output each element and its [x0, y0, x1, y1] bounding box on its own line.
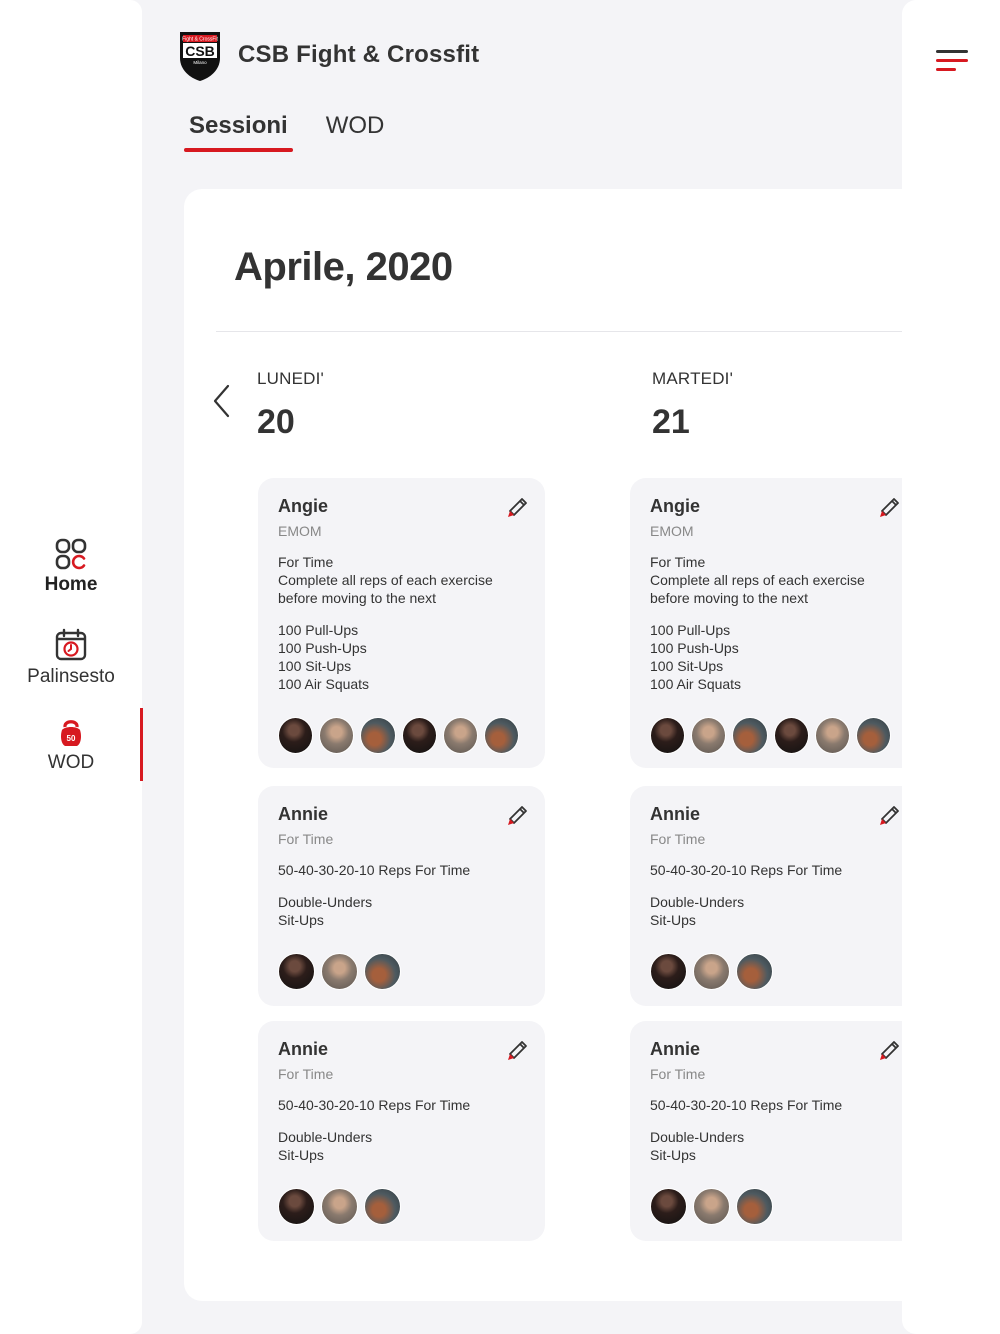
- sidebar-active-indicator: [140, 708, 143, 781]
- avatar[interactable]: [360, 717, 396, 754]
- wod-description: 50-40-30-20-10 Reps For Time: [278, 862, 471, 878]
- brand-header: Fight & CrossFit CSB Milano CSB Fight & …: [176, 28, 479, 82]
- tab-wod[interactable]: WOD: [321, 112, 390, 146]
- right-panel: [902, 0, 1000, 1334]
- svg-text:CSB: CSB: [185, 43, 215, 59]
- wod-name: Angie: [650, 496, 701, 516]
- avatar[interactable]: [650, 717, 686, 754]
- kettlebell-icon: 50: [61, 720, 81, 746]
- sidebar-item-palinsesto[interactable]: Palinsesto: [0, 628, 142, 688]
- participants: [278, 953, 525, 990]
- avatar[interactable]: [278, 717, 314, 754]
- avatar[interactable]: [278, 1188, 315, 1225]
- brand-title: CSB Fight & Crossfit: [238, 41, 480, 68]
- menu-icon[interactable]: [936, 50, 972, 74]
- wod-description: 50-40-30-20-10 Reps For Time: [650, 862, 843, 878]
- avatar[interactable]: [319, 717, 355, 754]
- day-name: LUNEDI': [257, 369, 324, 388]
- sidebar-item-label: Home: [44, 574, 98, 595]
- avatar[interactable]: [732, 717, 768, 754]
- wod-description: 50-40-30-20-10 Reps For Time: [650, 1097, 843, 1113]
- participants: [650, 953, 897, 990]
- wod-name: Annie: [650, 804, 701, 824]
- edit-pencil-icon[interactable]: [505, 802, 531, 828]
- day-header: LUNEDI' 20: [257, 369, 324, 442]
- avatar[interactable]: [364, 1188, 401, 1225]
- avatar[interactable]: [321, 953, 358, 990]
- wod-type: For Time: [278, 1066, 334, 1082]
- avatar[interactable]: [442, 717, 478, 754]
- edit-pencil-icon[interactable]: [877, 494, 902, 520]
- wod-exercises: Double-Unders Sit-Ups: [650, 1129, 745, 1163]
- avatar[interactable]: [364, 953, 401, 990]
- svg-text:Fight & CrossFit: Fight & CrossFit: [182, 37, 218, 43]
- month-title: Aprile, 2020: [234, 245, 453, 289]
- avatar[interactable]: [736, 953, 773, 990]
- participants: [650, 1188, 897, 1225]
- brand-logo: Fight & CrossFit CSB Milano: [180, 32, 220, 81]
- avatar[interactable]: [691, 717, 727, 754]
- sidebar: Home Palinsesto 50 WOD: [0, 0, 142, 1334]
- calendar-icon: [55, 628, 87, 661]
- svg-text:Milano: Milano: [193, 60, 207, 65]
- day-header: MARTEDI' 21: [652, 369, 733, 442]
- wod-type: For Time: [650, 1066, 706, 1082]
- day-name: MARTEDI': [652, 369, 734, 388]
- edit-pencil-icon[interactable]: [877, 1037, 902, 1063]
- avatar[interactable]: [814, 717, 850, 754]
- participants: [650, 717, 897, 754]
- edit-pencil-icon[interactable]: [877, 802, 902, 828]
- wod-exercises: Double-Unders Sit-Ups: [278, 894, 373, 928]
- wod-type: EMOM: [278, 523, 322, 539]
- wod-exercises: 100 Pull-Ups 100 Push-Ups 100 Sit-Ups 10…: [650, 622, 742, 692]
- tab-sessioni[interactable]: Sessioni: [184, 112, 293, 152]
- avatar[interactable]: [650, 1188, 687, 1225]
- wod-name: Annie: [278, 804, 329, 824]
- calendar-card: Aprile, 2020 LUNEDI' 20 MARTEDI' 21 Angi…: [184, 189, 902, 1301]
- wod-type: For Time: [278, 831, 334, 847]
- avatar[interactable]: [693, 1188, 730, 1225]
- edit-pencil-icon[interactable]: [505, 494, 531, 520]
- wod-card[interactable]: Angie EMOM For Time Complete all reps of…: [630, 478, 902, 768]
- tab-bar: Sessioni WOD: [184, 112, 390, 152]
- avatar[interactable]: [736, 1188, 773, 1225]
- wod-description: For Time Complete all reps of each exerc…: [650, 554, 865, 606]
- avatar[interactable]: [773, 717, 809, 754]
- wod-name: Annie: [650, 1039, 701, 1059]
- wod-exercises: Double-Unders Sit-Ups: [650, 894, 745, 928]
- day-number: 21: [652, 403, 690, 441]
- wod-card[interactable]: Angie EMOM For Time Complete all reps of…: [258, 478, 545, 768]
- avatar[interactable]: [278, 953, 315, 990]
- divider: [216, 331, 902, 332]
- wod-card[interactable]: Annie For Time 50-40-30-20-10 Reps For T…: [630, 786, 902, 1006]
- home-grid-icon: [55, 538, 87, 570]
- kettlebell-badge: 50: [67, 734, 76, 743]
- wod-name: Angie: [278, 496, 329, 516]
- wod-description: For Time Complete all reps of each exerc…: [278, 554, 493, 606]
- day-number: 20: [257, 403, 295, 441]
- sidebar-item-label: WOD: [47, 752, 95, 773]
- avatar[interactable]: [855, 717, 892, 754]
- chevron-left-icon[interactable]: [210, 383, 236, 419]
- wod-exercises: Double-Unders Sit-Ups: [278, 1129, 373, 1163]
- edit-pencil-icon[interactable]: [505, 1037, 531, 1063]
- wod-card[interactable]: Annie For Time 50-40-30-20-10 Reps For T…: [258, 786, 545, 1006]
- avatar[interactable]: [483, 717, 520, 754]
- sidebar-item-wod[interactable]: 50 WOD: [0, 716, 142, 774]
- participants: [278, 1188, 525, 1225]
- avatar[interactable]: [401, 717, 437, 754]
- wod-type: EMOM: [650, 523, 694, 539]
- wod-card[interactable]: Annie For Time 50-40-30-20-10 Reps For T…: [258, 1021, 545, 1241]
- wod-exercises: 100 Pull-Ups 100 Push-Ups 100 Sit-Ups 10…: [278, 622, 370, 692]
- avatar[interactable]: [650, 953, 687, 990]
- sidebar-item-home[interactable]: Home: [0, 538, 142, 596]
- sidebar-item-label: Palinsesto: [27, 666, 115, 687]
- wod-name: Annie: [278, 1039, 329, 1059]
- wod-type: For Time: [650, 831, 706, 847]
- wod-description: 50-40-30-20-10 Reps For Time: [278, 1097, 471, 1113]
- avatar[interactable]: [693, 953, 730, 990]
- participants: [278, 717, 525, 754]
- avatar[interactable]: [321, 1188, 358, 1225]
- wod-card[interactable]: Annie For Time 50-40-30-20-10 Reps For T…: [630, 1021, 902, 1241]
